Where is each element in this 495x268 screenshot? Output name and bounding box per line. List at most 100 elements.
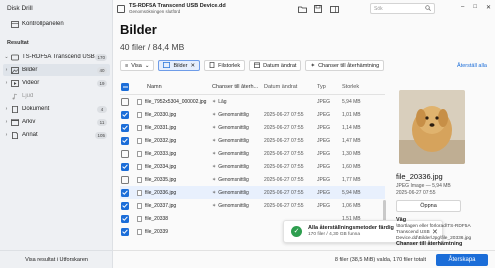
table-row[interactable]: file_20330.jpg ✶ Genomsnittlig 2025-06-27 0… xyxy=(120,108,385,121)
minimize-button[interactable]: – xyxy=(461,4,464,11)
row-checkbox[interactable] xyxy=(121,201,129,210)
star-icon: ✶ xyxy=(212,150,217,157)
date-filter[interactable]: Datum ändrat xyxy=(249,60,302,71)
row-checkbox[interactable] xyxy=(121,123,129,132)
cell-type: JPEG xyxy=(317,150,331,157)
chance-value: Genomsnittlig xyxy=(218,137,249,144)
chevron-down-icon: ⌄ xyxy=(4,54,9,60)
cell-chance: ✶ Genomsnittlig xyxy=(212,112,264,118)
cell-date: 2025-06-27 07:55 xyxy=(264,111,304,118)
show-in-explorer-button[interactable]: Visa resultat i Utforskaren xyxy=(0,250,113,268)
image-icon xyxy=(163,61,171,70)
row-checkbox[interactable] xyxy=(121,162,129,171)
folder-icon[interactable] xyxy=(295,3,309,15)
sidebar-item-archives[interactable]: › Arkiv 11 xyxy=(3,116,110,128)
file-icon xyxy=(10,131,19,139)
file-name: file_20331.jpg xyxy=(145,124,177,131)
table-row[interactable]: file_20335.jpg ✶ Genomsnittlig 2025-06-27 0… xyxy=(120,173,385,186)
images-filter-label: Bilder xyxy=(173,62,188,69)
star-icon: ✶ xyxy=(212,189,217,196)
sidebar-item-audio[interactable]: Ljud xyxy=(3,90,110,102)
sidebar-item-images[interactable]: › Bilder 40 xyxy=(3,64,110,76)
sidebar-item-label: TS-RDF5A Transcend USB Device xyxy=(22,54,95,60)
close-button[interactable]: ✕ xyxy=(486,4,491,11)
reset-filters-link[interactable]: Återställ alla xyxy=(457,63,487,69)
maximize-button[interactable]: □ xyxy=(473,4,477,11)
col-size[interactable]: Storlek xyxy=(342,84,382,90)
sidebar-item-label: Dokument xyxy=(22,106,50,112)
col-chance[interactable]: Chanser till återh... xyxy=(212,84,264,90)
details-date: 2025-06-27 07:55 xyxy=(396,190,436,196)
sidebar-item-documents[interactable]: › Dokument 4 xyxy=(3,103,110,115)
row-checkbox[interactable] xyxy=(121,136,129,145)
file-size-filter[interactable]: Filstorlek xyxy=(204,60,246,71)
col-date[interactable]: Datum ändrat xyxy=(264,84,317,90)
row-checkbox[interactable] xyxy=(121,227,129,236)
search-placeholder: Sök xyxy=(374,5,383,12)
filter-bar: ≡ Visa ⌄ Bilder ✕ Filstorlek Datum ändra… xyxy=(120,60,385,71)
file-icon xyxy=(137,124,142,131)
row-checkbox[interactable] xyxy=(121,97,129,106)
col-type[interactable]: Typ xyxy=(317,84,342,90)
cell-type: JPEG xyxy=(317,202,331,209)
chance-filter[interactable]: ✶ Chanser till återhämtning xyxy=(305,60,385,71)
chance-value: Genomsnittlig xyxy=(218,163,249,170)
table-header: Namn Chanser till återh... Datum ändrat … xyxy=(120,80,385,95)
document-icon xyxy=(10,105,19,113)
col-name[interactable]: Namn xyxy=(137,84,212,90)
cell-type: JPEG xyxy=(317,163,331,170)
close-icon[interactable]: ✕ xyxy=(191,63,196,69)
view-toggle-icon[interactable] xyxy=(327,3,341,15)
checkmark-icon: ✓ xyxy=(291,226,302,237)
row-checkbox[interactable] xyxy=(121,149,129,158)
table-row[interactable]: file_20337.jpg ✶ Genomsnittlig 2025-06-27 0… xyxy=(120,199,385,212)
sidebar-item-other[interactable]: › Annat 105 xyxy=(3,129,110,141)
row-checkbox[interactable] xyxy=(121,214,129,223)
path-value: \Bortlagen eller förlorad\TS-RDF5A Trans… xyxy=(396,224,472,241)
sidebar-item-label: Ljud xyxy=(22,93,34,99)
sidebar-item-label: Annat xyxy=(22,132,38,138)
cell-size: 5,94 MB xyxy=(342,98,361,105)
cell-name: file_20335.jpg xyxy=(137,176,212,183)
recover-button[interactable]: Återskapa xyxy=(436,253,488,266)
save-session-icon[interactable] xyxy=(311,3,325,15)
scan-status: Genomsökningen slutförd xyxy=(129,9,181,14)
table-row[interactable]: file_20332.jpg ✶ Genomsnittlig 2025-06-27 0… xyxy=(120,134,385,147)
table-row[interactable]: file_20336.jpg ✶ Genomsnittlig 2025-06-27 0… xyxy=(120,186,385,199)
view-dropdown[interactable]: ≡ Visa ⌄ xyxy=(120,60,155,71)
row-checkbox[interactable] xyxy=(121,188,129,197)
selection-status: 8 filer (38,5 MiB) valda, 170 filer tota… xyxy=(334,256,426,263)
table-row[interactable]: file_20334.jpg ✶ Genomsnittlig 2025-06-27 0… xyxy=(120,160,385,173)
details-file-info: JPEG Image — 5,94 MB xyxy=(396,183,451,189)
cell-chance: ✶ Låg xyxy=(212,99,264,105)
cell-size: 1,14 MB xyxy=(342,124,361,131)
sidebar-item-device[interactable]: ⌄ TS-RDF5A Transcend USB Device 170 xyxy=(3,51,110,63)
select-all-checkbox[interactable] xyxy=(121,83,129,91)
star-icon: ✶ xyxy=(212,111,217,118)
star-icon: ✶ xyxy=(310,62,316,69)
row-checkbox[interactable] xyxy=(121,110,129,119)
table-row[interactable]: file_20333.jpg ✶ Genomsnittlig 2025-06-27 0… xyxy=(120,147,385,160)
table-row[interactable]: file_20331.jpg ✶ Genomsnittlig 2025-06-27 0… xyxy=(120,121,385,134)
open-button[interactable]: Öppna xyxy=(396,200,461,212)
images-filter-chip[interactable]: Bilder ✕ xyxy=(158,60,201,71)
cell-chance: ✶ Genomsnittlig xyxy=(212,164,264,170)
file-name: file_20336.jpg xyxy=(145,189,177,196)
cell-name: file_20339 xyxy=(137,228,212,235)
file-icon xyxy=(137,215,142,222)
chevron-right-icon: › xyxy=(5,80,8,86)
cell-type: JPEG xyxy=(317,111,331,118)
sidebar-item-videos[interactable]: › Videor 19 xyxy=(3,77,110,89)
table-row[interactable]: file_7952x5304_000002.jpg ✶ Låg JPEG 5,94 MB xyxy=(120,95,385,108)
search-input[interactable]: Sök xyxy=(370,3,435,14)
cell-chance: ✶ Genomsnittlig xyxy=(212,177,264,183)
star-icon: ✶ xyxy=(212,137,217,144)
row-checkbox[interactable] xyxy=(121,175,129,184)
details-file-name: file_20336.jpg xyxy=(396,172,443,181)
cell-date: 2025-06-27 07:55 xyxy=(264,189,304,196)
cell-size: 5,94 MB xyxy=(342,189,361,196)
star-icon: ✶ xyxy=(212,163,217,170)
sidebar-item-control-panel[interactable]: Kontrollpanelen xyxy=(3,18,110,30)
page-subtitle: 40 filer / 84,4 MB xyxy=(120,42,185,52)
file-icon xyxy=(209,61,215,70)
